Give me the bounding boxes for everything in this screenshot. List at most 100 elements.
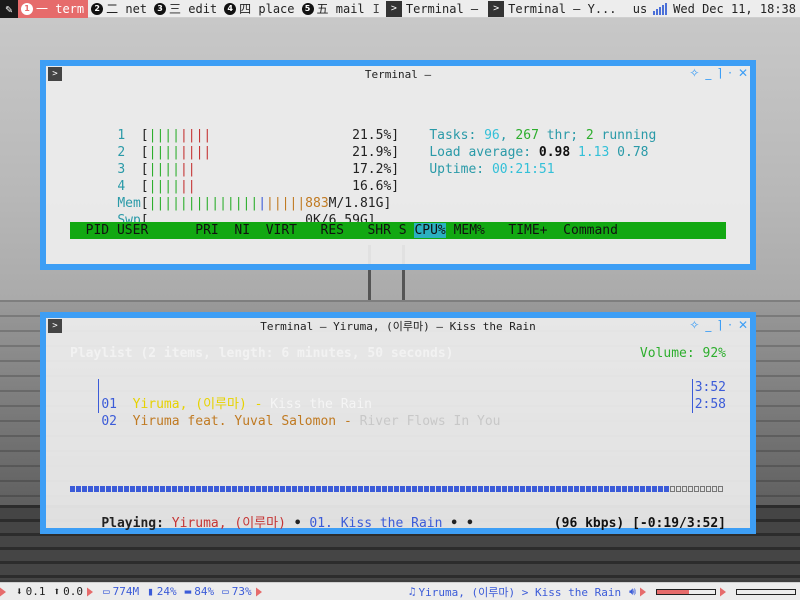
- progress-segment: [148, 486, 153, 492]
- separator-arrow-icon: [640, 582, 652, 600]
- progress-segment: [610, 486, 615, 492]
- progress-segment: [718, 486, 723, 492]
- progress-segment: [604, 486, 609, 492]
- progress-segment: [82, 486, 87, 492]
- ontop-icon[interactable]: ·: [728, 318, 732, 332]
- progress-segment: [466, 486, 471, 492]
- brightness-slider[interactable]: [732, 588, 800, 595]
- col-shr: SHR: [367, 223, 391, 238]
- floating-icon[interactable]: ✧: [689, 318, 699, 332]
- window-controls: ✧ _ ⌉ · ✕: [689, 66, 748, 80]
- progress-segment: [574, 486, 579, 492]
- taskbar-item-label: Terminal – Y...: [508, 1, 617, 16]
- hdd-icon: ▭: [222, 585, 229, 598]
- process-column-header[interactable]: PID USER PRI NI VIRT RES SHR S CPU% MEM%…: [70, 222, 726, 239]
- separator-arrow-icon: [0, 582, 12, 600]
- download-icon: ⬇: [16, 585, 23, 598]
- column-divider: [692, 379, 693, 413]
- ontop-icon[interactable]: ·: [728, 66, 732, 80]
- tag-label: 四 place: [239, 2, 295, 16]
- volume-indicator[interactable]: Volume: 92%: [640, 345, 726, 362]
- progress-segment: [460, 486, 465, 492]
- cpu-meter: 1 [|||||||| 21.5%]: [117, 128, 400, 143]
- progress-segment: [394, 486, 399, 492]
- progress-segment: [202, 486, 207, 492]
- maximize-icon[interactable]: ⌉: [717, 318, 722, 332]
- progress-segment: [214, 486, 219, 492]
- uptime: Uptime: 00:21:51: [429, 162, 555, 177]
- tag-mail[interactable]: 5 五 mail: [299, 0, 369, 18]
- playlist-item[interactable]: 01 Yiruma, (이루마) - Kiss the Rain: [70, 379, 372, 412]
- tag-net[interactable]: 2 二 net: [88, 0, 151, 18]
- progress-segment: [712, 486, 717, 492]
- progress-segment: [556, 486, 561, 492]
- progress-segment: [250, 486, 255, 492]
- net-download[interactable]: ⬇ 0.1: [12, 585, 50, 598]
- net-upload[interactable]: ⬆ 0.0: [50, 585, 88, 598]
- progress-segment: [334, 486, 339, 492]
- taskbar-item-terminal-yiruma[interactable]: > Terminal – Y...: [488, 0, 626, 18]
- wifi-signal-icon[interactable]: [653, 2, 668, 15]
- swap-meter: Swp[ 0K/6.59G]: [117, 213, 376, 228]
- mpd-now-playing[interactable]: ♫ Yiruma, (이루마) > Kiss the Rain: [405, 584, 625, 600]
- progress-segment: [520, 486, 525, 492]
- separator-arrow-icon: [255, 582, 268, 600]
- close-icon[interactable]: ✕: [738, 318, 748, 332]
- col-cpu: CPU%: [414, 223, 446, 238]
- progress-segment: [442, 486, 447, 492]
- progress-segment: [580, 486, 585, 492]
- progress-segment: [226, 486, 231, 492]
- progress-segment: [502, 486, 507, 492]
- progress-segment: [268, 486, 273, 492]
- disk-icon: ▬: [184, 585, 192, 598]
- progress-segment: [166, 486, 171, 492]
- progress-segment: [628, 486, 633, 492]
- memory-usage[interactable]: ▭ 774M: [99, 585, 143, 598]
- col-pri: PRI: [195, 223, 219, 238]
- tag-number: 1: [21, 2, 33, 15]
- minimize-icon[interactable]: _: [705, 318, 711, 332]
- terminal-launcher-icon[interactable]: ✎: [0, 0, 18, 18]
- taskbar-item-terminal[interactable]: > Terminal –: [385, 0, 488, 18]
- progress-segment: [292, 486, 297, 492]
- progress-segment: [274, 486, 279, 492]
- tag-number: 4: [224, 2, 237, 15]
- terminal-window-htop[interactable]: > Terminal – ✧ _ ⌉ · ✕ 1 [|||||||| 21.5%…: [40, 60, 756, 270]
- tag-term[interactable]: 1 一 term: [18, 0, 89, 18]
- progress-segment: [646, 486, 651, 492]
- playback-progress-bar[interactable]: [70, 486, 725, 492]
- terminal-window-ncmpcpp[interactable]: > Terminal – Yiruma, (이루마) – Kiss the Ra…: [40, 312, 756, 534]
- progress-segment: [70, 486, 75, 492]
- battery[interactable]: ▮ 24%: [143, 585, 181, 598]
- progress-segment: [196, 486, 201, 492]
- close-icon[interactable]: ✕: [738, 66, 748, 80]
- tag-edit[interactable]: 3 三 edit: [151, 0, 221, 18]
- load-average: Load average: 0.98 1.13 0.78: [429, 145, 649, 160]
- progress-segment: [322, 486, 327, 492]
- progress-segment: [490, 486, 495, 492]
- keyboard-layout[interactable]: us: [633, 2, 647, 16]
- playlist-item[interactable]: 02 Yiruma feat. Yuval Salomon - River Fl…: [70, 396, 500, 429]
- floating-icon[interactable]: ✧: [689, 66, 699, 80]
- progress-segment: [232, 486, 237, 492]
- window-title: Terminal –: [364, 67, 432, 81]
- progress-segment: [382, 486, 387, 492]
- window-titlebar[interactable]: > Terminal – ✧ _ ⌉ · ✕: [46, 66, 750, 82]
- speaker-icon[interactable]: 🔊︎: [625, 585, 640, 599]
- terminal-icon: >: [48, 319, 62, 333]
- window-titlebar[interactable]: > Terminal – Yiruma, (이루마) – Kiss the Ra…: [46, 318, 750, 334]
- progress-segment: [346, 486, 351, 492]
- col-mem: MEM%: [453, 223, 485, 238]
- minimize-icon[interactable]: _: [705, 66, 711, 80]
- clock[interactable]: Wed Dec 11, 18:38: [673, 2, 796, 16]
- disk-usage[interactable]: ▬ 84%: [181, 585, 219, 598]
- volume-slider[interactable]: [652, 588, 720, 595]
- maximize-icon[interactable]: ⌉: [717, 66, 722, 80]
- tag-place[interactable]: 4 四 place: [221, 0, 298, 18]
- progress-segment: [640, 486, 645, 492]
- layout-indicator[interactable]: I: [373, 2, 380, 16]
- volume-level[interactable]: ▭ 73%: [218, 585, 256, 598]
- progress-segment: [484, 486, 489, 492]
- progress-segment: [448, 486, 453, 492]
- tag-label: 二 net: [106, 2, 148, 16]
